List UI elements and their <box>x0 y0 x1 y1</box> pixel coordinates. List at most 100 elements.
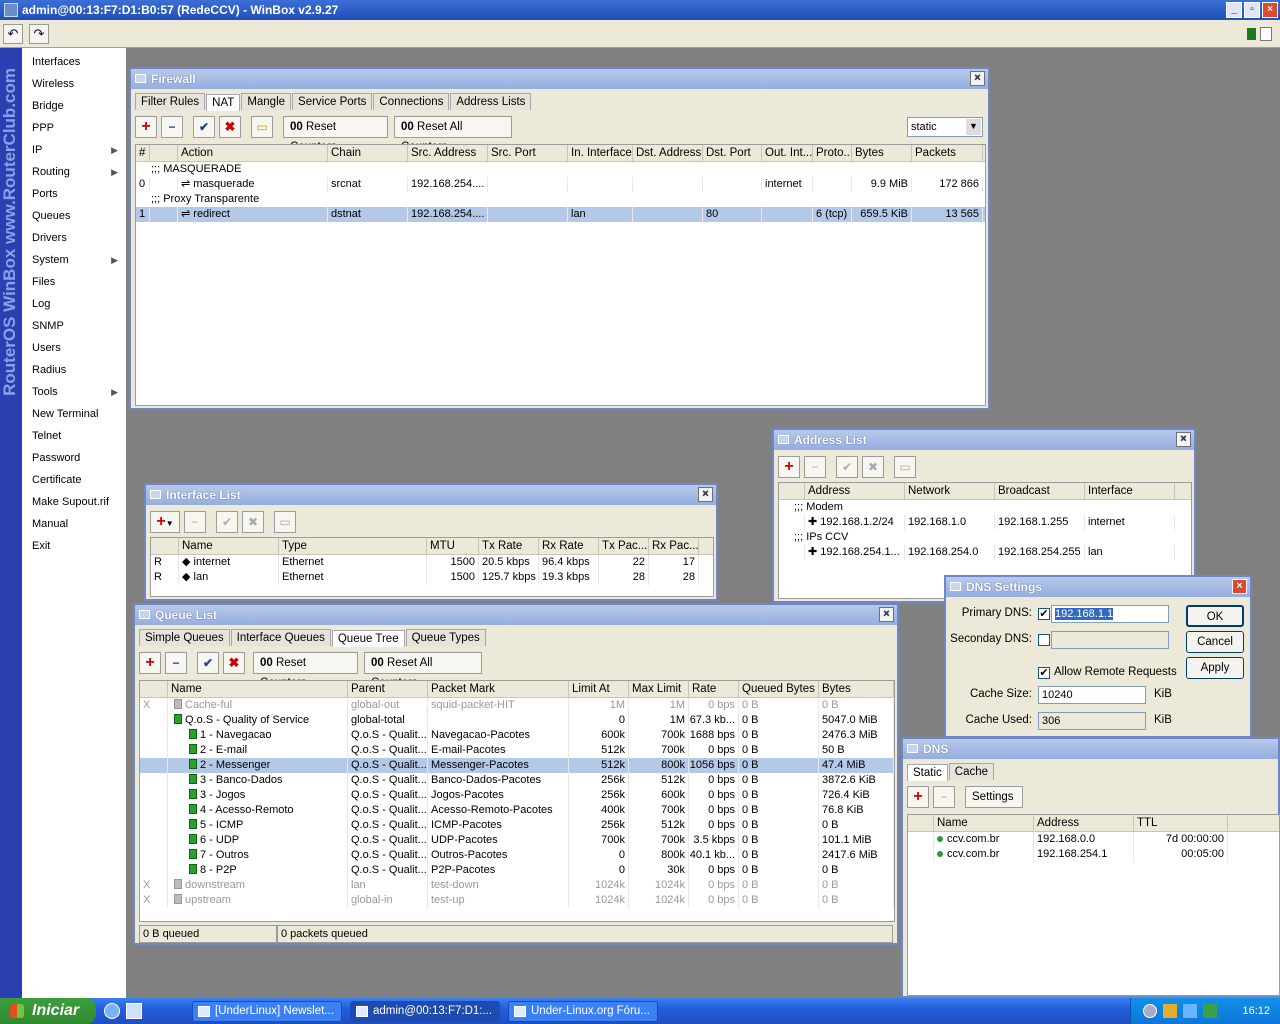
col-name[interactable]: Name <box>179 538 279 554</box>
reset-counters-button[interactable]: 00 Reset Counters <box>253 652 358 689</box>
tab-filter-rules[interactable]: Filter Rules <box>135 93 206 110</box>
col-address[interactable]: Address <box>805 483 905 499</box>
col-mtu[interactable]: MTU <box>427 538 479 554</box>
col-packets[interactable]: Packets <box>912 145 983 161</box>
col-action[interactable]: Action <box>178 145 328 161</box>
menu-interfaces[interactable]: Interfaces <box>22 51 126 73</box>
tab-connections[interactable]: Connections <box>373 93 450 110</box>
add-icon[interactable]: + <box>778 456 800 478</box>
table-row[interactable]: 7 - Outros Q.o.S - Qualit... Outros-Pacote… <box>140 848 894 863</box>
col-flags[interactable] <box>140 681 168 697</box>
table-row[interactable]: 1 ⇌ redirect dstnat 192.168.254.... lan … <box>136 207 985 222</box>
remove-icon[interactable]: − <box>804 456 826 478</box>
table-row[interactable]: 2 - Messenger Q.o.S - Qualit... Messenger-… <box>140 758 894 773</box>
table-row[interactable]: 5 - ICMP Q.o.S - Qualit... ICMP-Pacotes 256… <box>140 818 894 833</box>
menu-users[interactable]: Users <box>22 337 126 359</box>
table-row[interactable]: 6 - UDP Q.o.S - Qualit... UDP-Pacotes 700k 7… <box>140 833 894 848</box>
undo-icon[interactable]: ↶ <box>3 24 23 44</box>
task-underlinux-newsletter[interactable]: [UnderLinux] Newslet... <box>192 1001 342 1022</box>
cache-size-input[interactable]: 10240 <box>1038 686 1146 704</box>
col-num[interactable]: # <box>136 145 150 161</box>
firewall-titlebar[interactable]: Firewall × <box>131 69 988 89</box>
menu-certificate[interactable]: Certificate <box>22 469 126 491</box>
col-tx-rate[interactable]: Tx Rate <box>479 538 539 554</box>
close-icon[interactable]: × <box>1232 579 1247 594</box>
col-interface[interactable]: Interface <box>1085 483 1175 499</box>
menu-password[interactable]: Password <box>22 447 126 469</box>
reset-all-counters-button[interactable]: 00 Reset All Counters <box>364 652 482 689</box>
col-flags[interactable] <box>779 483 805 499</box>
table-row[interactable]: 8 - P2P Q.o.S - Qualit... P2P-Pacotes 0 30k 0… <box>140 863 894 878</box>
col-protocol[interactable]: Proto... <box>813 145 852 161</box>
table-row[interactable]: ✚ 192.168.1.2/24 192.168.1.0 192.168.1.2… <box>779 515 1191 530</box>
menu-drivers[interactable]: Drivers <box>22 227 126 249</box>
col-rx-packets[interactable]: Rx Pac... <box>649 538 699 554</box>
remove-icon[interactable]: − <box>933 786 955 808</box>
col-tx-packets[interactable]: Tx Pac... <box>599 538 649 554</box>
tab-address-lists[interactable]: Address Lists <box>450 93 532 110</box>
col-parent[interactable]: Parent <box>348 681 428 697</box>
col-flags[interactable] <box>150 145 178 161</box>
table-row[interactable]: Xupstream global-in test-up 1024k 1024k 0 bps… <box>140 893 894 908</box>
primary-dns-input[interactable]: 192.168.1.1 <box>1051 605 1169 623</box>
comment-icon[interactable]: ▭ <box>251 116 273 138</box>
menu-ip[interactable]: IP ▶ <box>22 139 126 161</box>
menu-radius[interactable]: Radius <box>22 359 126 381</box>
col-broadcast[interactable]: Broadcast <box>995 483 1085 499</box>
col-src-address[interactable]: Src. Address <box>408 145 488 161</box>
col-out-interface[interactable]: Out. Int... <box>762 145 813 161</box>
add-icon[interactable]: + <box>907 786 929 808</box>
col-queued-bytes[interactable]: Queued Bytes <box>739 681 819 697</box>
close-window-button[interactable]: × <box>1262 2 1278 18</box>
dns-settings-titlebar[interactable]: DNS Settings × <box>946 577 1250 597</box>
table-row[interactable]: R ◆ internet Ethernet 1500 20.5 kbps 96.… <box>151 555 713 570</box>
tab-nat[interactable]: NAT <box>206 94 241 111</box>
menu-snmp[interactable]: SNMP <box>22 315 126 337</box>
menu-queues[interactable]: Queues <box>22 205 126 227</box>
col-address[interactable]: Address <box>1034 815 1134 831</box>
rule-filter-select[interactable]: static ▼ <box>907 117 983 137</box>
tray-app-icon[interactable] <box>1203 1004 1217 1018</box>
col-rate[interactable]: Rate <box>689 681 739 697</box>
address-list-titlebar[interactable]: Address List × <box>774 430 1194 450</box>
table-row[interactable]: 3 - Banco-Dados Q.o.S - Qualit... Banco-Da… <box>140 773 894 788</box>
tab-simple-queues[interactable]: Simple Queues <box>139 629 230 646</box>
disable-icon[interactable]: ✖ <box>219 116 241 138</box>
menu-files[interactable]: Files <box>22 271 126 293</box>
menu-routing[interactable]: Routing ▶ <box>22 161 126 183</box>
col-packet-mark[interactable]: Packet Mark <box>428 681 569 697</box>
tray-arrow-icon[interactable] <box>1143 1004 1157 1018</box>
maximize-button[interactable]: ▫ <box>1244 2 1260 18</box>
start-button[interactable]: Iniciar <box>0 998 96 1024</box>
ok-button[interactable]: OK <box>1186 605 1244 627</box>
menu-wireless[interactable]: Wireless <box>22 73 126 95</box>
table-row[interactable]: X Cache-ful global-out squid-packet-HIT 1M 1M… <box>140 698 894 713</box>
secondary-dns-input[interactable] <box>1051 631 1169 649</box>
col-limit-at[interactable]: Limit At <box>569 681 629 697</box>
menu-make-supout[interactable]: Make Supout.rif <box>22 491 126 513</box>
menu-telnet[interactable]: Telnet <box>22 425 126 447</box>
allow-remote-checkbox[interactable]: ✔ <box>1038 667 1050 679</box>
redo-icon[interactable]: ↷ <box>29 24 49 44</box>
table-row[interactable]: 0 ⇌ masquerade srcnat 192.168.254.... in… <box>136 177 985 192</box>
menu-log[interactable]: Log <box>22 293 126 315</box>
queue-list-titlebar[interactable]: Queue List × <box>135 605 897 625</box>
task-underlinux-forum[interactable]: Under-Linux.org Fóru... <box>508 1001 658 1022</box>
tray-security-icon[interactable] <box>1183 1004 1197 1018</box>
secondary-dns-checkbox[interactable] <box>1038 634 1050 646</box>
col-rx-rate[interactable]: Rx Rate <box>539 538 599 554</box>
col-type[interactable]: Type <box>279 538 427 554</box>
menu-ppp[interactable]: PPP <box>22 117 126 139</box>
col-name[interactable]: Name <box>934 815 1034 831</box>
disable-icon[interactable]: ✖ <box>862 456 884 478</box>
table-row[interactable]: ccv.com.br 192.168.254.1 00:05:00 <box>908 847 1279 862</box>
menu-new-terminal[interactable]: New Terminal <box>22 403 126 425</box>
add-icon[interactable]: + <box>139 652 161 674</box>
close-icon[interactable]: × <box>1176 432 1191 447</box>
enable-icon[interactable]: ✔ <box>216 511 238 533</box>
lock-icon[interactable] <box>1260 27 1272 41</box>
enable-icon[interactable]: ✔ <box>836 456 858 478</box>
tray-network-icon[interactable] <box>1163 1004 1177 1018</box>
dns-titlebar[interactable]: DNS <box>903 739 1278 759</box>
table-row[interactable]: Xdownstream lan test-down 1024k 1024k 0 bps 0 … <box>140 878 894 893</box>
